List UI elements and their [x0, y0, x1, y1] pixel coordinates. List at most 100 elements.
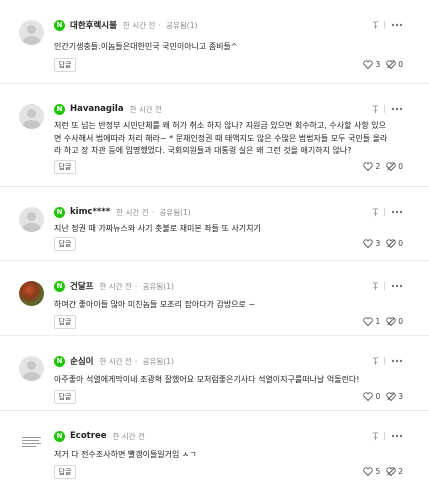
dislike-heart-icon[interactable]	[386, 162, 396, 171]
like-heart-icon[interactable]	[363, 392, 374, 401]
naver-badge-icon: N	[54, 280, 65, 292]
more-options-icon[interactable]	[391, 107, 403, 111]
comment-controls	[371, 18, 403, 32]
comment-header: N 건달프 한 시간 전 · 공유됨(1)	[54, 279, 177, 293]
dislike-heart-icon[interactable]	[386, 239, 396, 248]
comment-header: N Havanagila 한 시간 전	[54, 102, 165, 116]
pin-icon[interactable]	[371, 356, 380, 366]
vote-controls: 1 0	[363, 317, 403, 326]
comment-text: 지난 정권 때 가짜뉴스와 사기 촛불로 재미본 좌들 또 사기치기	[54, 224, 261, 233]
avatar[interactable]	[19, 281, 44, 306]
like-count: 0	[375, 392, 381, 401]
vote-controls: 3 0	[363, 60, 403, 69]
timestamp: 한 시간 전	[116, 207, 149, 217]
comment-meta: 한 시간 전 · 공유됨(1)	[99, 281, 174, 291]
reply-button[interactable]: 답글	[54, 390, 76, 404]
comment-item: N 순심이 한 시간 전 · 공유됨(1) 아주좋아 석열에게막이네 조광혁 잘했…	[0, 336, 429, 411]
reply-button[interactable]: 답글	[54, 58, 76, 72]
nickname[interactable]: 건달프	[70, 280, 93, 292]
pin-icon[interactable]	[371, 431, 380, 441]
timestamp: 한 시간 전	[129, 104, 162, 114]
like-heart-icon[interactable]	[363, 317, 374, 326]
like-heart-icon[interactable]	[363, 60, 374, 69]
avatar[interactable]	[19, 20, 44, 45]
reply-button[interactable]: 답글	[54, 465, 76, 479]
comment-meta: 한 시간 전 · 공유됨(1)	[122, 20, 198, 30]
like-heart-icon[interactable]	[363, 162, 374, 171]
naver-badge-icon: N	[54, 103, 65, 115]
vote-controls: 5 2	[363, 467, 403, 476]
comment-header: N 대한후렉시불 한 시간 전 · 공유됨(1)	[54, 18, 200, 32]
avatar[interactable]	[19, 207, 44, 232]
avatar[interactable]	[19, 431, 44, 456]
comment-controls	[371, 205, 403, 219]
avatar[interactable]	[19, 356, 44, 381]
dislike-count: 2	[398, 467, 403, 476]
timestamp: 한 시간 전	[112, 431, 145, 441]
dislike-heart-icon[interactable]	[386, 467, 396, 476]
more-options-icon[interactable]	[391, 434, 403, 438]
nickname[interactable]: Ecotree	[70, 431, 106, 441]
vote-controls: 3 0	[363, 239, 403, 248]
more-options-icon[interactable]	[391, 210, 403, 214]
vote-controls: 2 0	[363, 162, 403, 171]
comment-text: 인간기생충들.이놈들은대한민국 국민이아니고 좀비들^	[54, 42, 238, 51]
nickname[interactable]: 순심이	[70, 355, 93, 367]
dislike-heart-icon[interactable]	[386, 317, 396, 326]
naver-badge-icon: N	[54, 355, 65, 367]
comment-meta: 한 시간 전	[130, 104, 165, 115]
comment-controls	[371, 102, 403, 116]
dislike-count: 0	[398, 317, 403, 326]
pin-icon[interactable]	[371, 281, 380, 291]
share-count: 공유됨(1)	[166, 20, 198, 30]
comment-text: 저거 다 전수조사하면 빨갱이들일거임 ㅅㄱ	[54, 450, 197, 459]
more-options-icon[interactable]	[391, 284, 403, 288]
nickname[interactable]: Havanagila	[70, 104, 124, 114]
share-count: 공유됨(1)	[159, 207, 191, 217]
more-options-icon[interactable]	[391, 359, 403, 363]
dislike-count: 0	[398, 162, 403, 171]
like-count: 1	[375, 317, 381, 326]
comment-item: N Ecotree 한 시간 전 저거 다 전수조사하면 빨갱이들일거임 ㅅㄱ …	[0, 411, 429, 499]
comment-text: 하여간 좋아이들 많아 미친놈들 모조리 잡아다가 감방으로 ~	[54, 300, 256, 309]
timestamp: 한 시간 전	[99, 281, 132, 291]
reply-button[interactable]: 답글	[54, 237, 76, 251]
dislike-heart-icon[interactable]	[386, 392, 396, 401]
comment-meta: 한 시간 전 · 공유됨(1)	[116, 207, 191, 217]
like-count: 3	[375, 239, 381, 248]
nickname[interactable]: 대한후렉시불	[70, 19, 117, 31]
comment-controls	[371, 354, 403, 368]
more-options-icon[interactable]	[391, 23, 403, 27]
like-count: 5	[375, 467, 381, 476]
naver-badge-icon: N	[54, 206, 65, 218]
like-heart-icon[interactable]	[363, 239, 374, 248]
pin-icon[interactable]	[371, 207, 380, 217]
comment-item: N Havanagila 한 시간 전 저런 또 넘는 반정부 시민단체를 왜 …	[0, 84, 429, 187]
naver-badge-icon: N	[54, 19, 65, 31]
pin-icon[interactable]	[371, 20, 380, 30]
dislike-count: 0	[398, 239, 403, 248]
nickname[interactable]: kimc****	[70, 207, 110, 217]
comment-item: N 대한후렉시불 한 시간 전 · 공유됨(1) 인간기생충들.이놈들은대한민국 …	[0, 0, 429, 84]
comment-text: 아주좋아 석열에게막이네 조광혁 잘했어요 모처럼좋은기사다 석열이지구를떠나날…	[54, 375, 360, 384]
share-count: 공유됨(1)	[142, 356, 174, 366]
avatar[interactable]	[19, 104, 44, 129]
dislike-heart-icon[interactable]	[386, 60, 396, 69]
dislike-count: 3	[398, 392, 403, 401]
comment-controls	[371, 279, 403, 293]
reply-button[interactable]: 답글	[54, 315, 76, 329]
like-heart-icon[interactable]	[363, 467, 374, 476]
share-count: 공유됨(1)	[142, 281, 174, 291]
comment-item: N kimc**** 한 시간 전 · 공유됨(1) 지난 정권 때 가짜뉴스와 …	[0, 187, 429, 261]
dislike-count: 0	[398, 60, 403, 69]
like-count: 3	[375, 60, 381, 69]
timestamp: 한 시간 전	[122, 20, 156, 30]
comment-controls	[371, 429, 403, 443]
vote-controls: 0 3	[363, 392, 403, 401]
comment-header: N 순심이 한 시간 전 · 공유됨(1)	[54, 354, 177, 368]
comment-meta: 한 시간 전 · 공유됨(1)	[99, 356, 174, 366]
like-count: 2	[375, 162, 381, 171]
reply-button[interactable]: 답글	[54, 160, 76, 174]
pin-icon[interactable]	[371, 104, 380, 114]
comment-item: N 건달프 한 시간 전 · 공유됨(1) 하여간 좋아이들 많아 미친놈들 모조…	[0, 261, 429, 336]
